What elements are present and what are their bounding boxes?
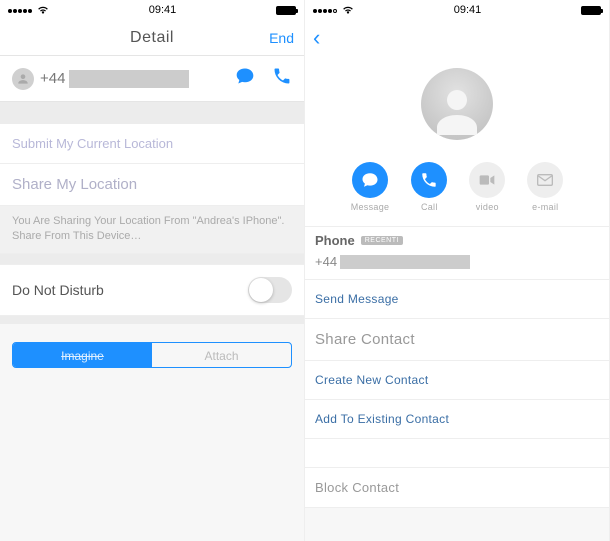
phone-section-head: Phone RECENTI [305, 226, 609, 250]
create-contact-row[interactable]: Create New Contact [305, 361, 609, 400]
status-bar: 09:41 [305, 0, 609, 20]
call-circle-icon [411, 162, 447, 198]
dnd-toggle[interactable] [248, 277, 292, 303]
seg-imagine[interactable]: Imagine [13, 343, 152, 367]
block-contact-row[interactable]: Block Contact [305, 467, 609, 508]
submit-location-row[interactable]: Submit My Current Location [0, 124, 304, 164]
avatar-large-icon [421, 68, 493, 140]
segmented-control[interactable]: Imagine Attach [12, 342, 292, 368]
nav-bar: Detail End [0, 20, 304, 56]
phone-number-row[interactable]: +44 [305, 250, 609, 280]
message-circle-icon [352, 162, 388, 198]
call-action[interactable]: Call [411, 162, 447, 212]
dnd-row: Do Not Disturb [0, 264, 304, 316]
signal-dots-icon [313, 4, 338, 16]
video-circle-icon [469, 162, 505, 198]
recent-badge: RECENTI [361, 236, 403, 245]
sharing-note: You Are Sharing Your Location From "Andr… [0, 206, 304, 254]
phone-redacted [340, 255, 470, 269]
add-existing-row[interactable]: Add To Existing Contact [305, 400, 609, 439]
wifi-icon [37, 5, 49, 15]
send-message-row[interactable]: Send Message [305, 280, 609, 319]
page-title: Detail [130, 29, 174, 47]
detail-screen: 09:41 Detail End +44 Submit My Current L… [0, 0, 305, 541]
signal-dots-icon [8, 4, 33, 16]
email-circle-icon [527, 162, 563, 198]
battery-icon [581, 6, 601, 15]
status-bar: 09:41 [0, 0, 304, 20]
seg-attach[interactable]: Attach [152, 343, 291, 367]
video-action[interactable]: video [469, 162, 505, 212]
battery-icon [276, 6, 296, 15]
call-icon[interactable] [272, 66, 292, 91]
contact-hero: Message Call video e-mail [305, 56, 609, 226]
contact-screen: 09:41 ‹ Message Call [305, 0, 610, 541]
phone-prefix: +44 [40, 70, 65, 87]
avatar-icon [12, 68, 34, 90]
share-location-row[interactable]: Share My Location [0, 164, 304, 206]
share-contact-row[interactable]: Share Contact [305, 319, 609, 361]
end-button[interactable]: End [269, 30, 294, 46]
message-action[interactable]: Message [351, 162, 390, 212]
phone-redacted [69, 70, 189, 88]
action-row: Message Call video e-mail [351, 162, 564, 212]
contact-header: +44 [0, 56, 304, 102]
clock: 09:41 [454, 4, 482, 16]
message-icon[interactable] [234, 66, 256, 91]
email-action[interactable]: e-mail [527, 162, 563, 212]
clock: 09:41 [149, 4, 177, 16]
back-button[interactable]: ‹ [313, 25, 320, 51]
nav-bar: ‹ [305, 20, 609, 56]
wifi-icon [342, 5, 354, 15]
dnd-label: Do Not Disturb [12, 282, 104, 298]
